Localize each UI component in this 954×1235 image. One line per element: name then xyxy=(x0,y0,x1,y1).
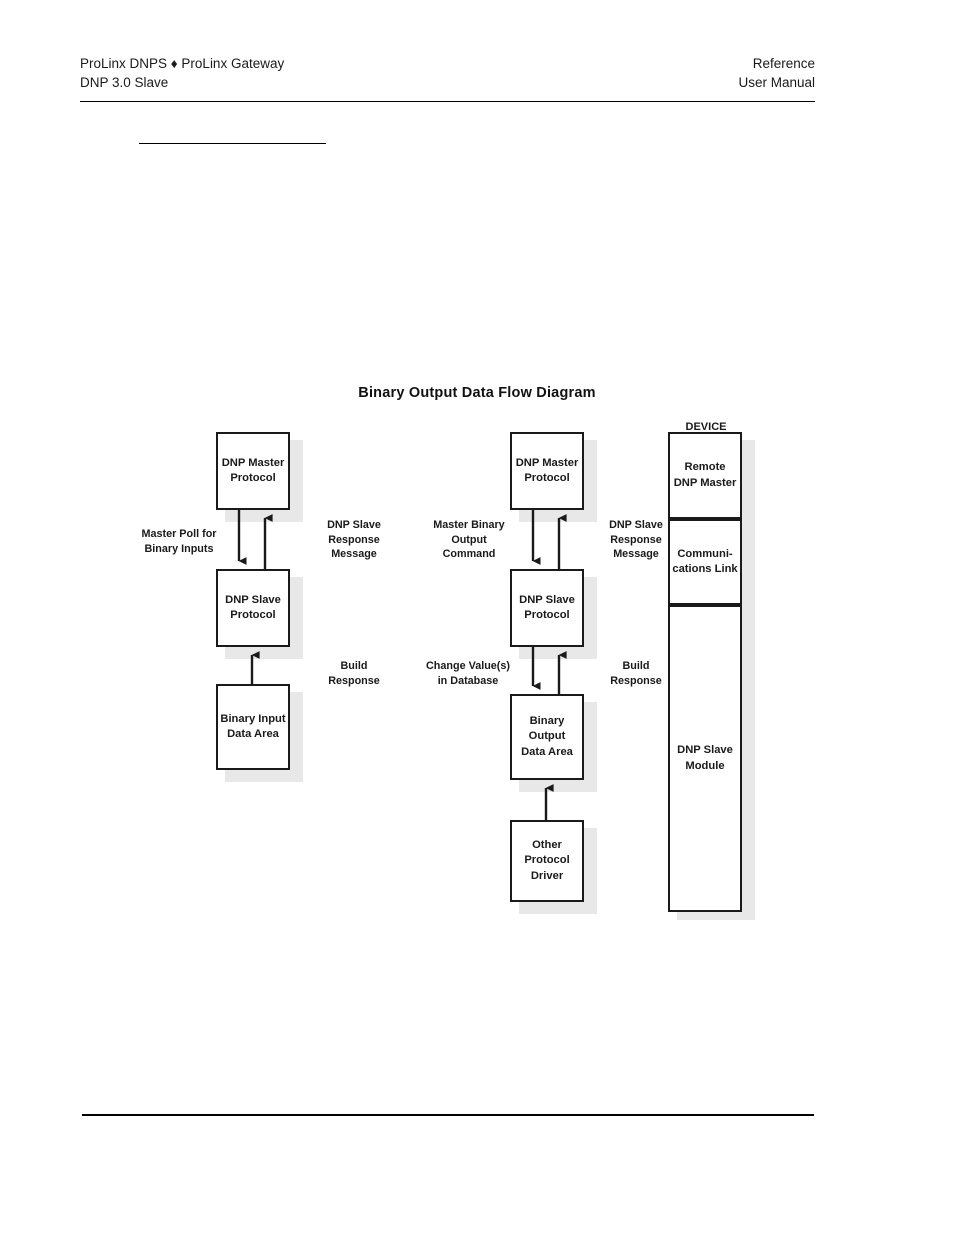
device-cell-remote-dnp-master: Remote DNP Master xyxy=(668,432,742,519)
box-left-dnp-master-protocol-label: DNP Master Protocol xyxy=(221,456,285,485)
label-left-build-response: Build Response xyxy=(328,660,380,687)
device-cell-dnp-slave-module: DNP Slave Module xyxy=(668,605,742,912)
box-middle-dnp-master-protocol-label: DNP Master Protocol xyxy=(515,456,579,485)
box-binary-input-data-area-label: Binary Input Data Area xyxy=(220,712,286,741)
label-left-dnp-slave-response-message: DNP Slave Response Message xyxy=(327,519,381,560)
box-left-dnp-slave-protocol-label: DNP Slave Protocol xyxy=(225,593,281,622)
box-binary-input-data-area: Binary Input Data Area xyxy=(216,684,290,770)
footer-divider-rule xyxy=(82,1114,814,1116)
box-binary-output-data-area-label: Binary Output Data Area xyxy=(521,714,573,758)
label-middle-dnp-slave-response-message: DNP Slave Response Message xyxy=(609,519,663,560)
box-other-protocol-driver-label: Other Protocol Driver xyxy=(524,838,570,882)
box-other-protocol-driver: Other Protocol Driver xyxy=(510,820,584,902)
label-change-values-in-database: Change Value(s) in Database xyxy=(426,660,510,687)
box-middle-dnp-slave-protocol-label: DNP Slave Protocol xyxy=(519,593,575,622)
binary-output-data-flow-figure: Binary Output Data Flow Diagram DNP Mast… xyxy=(0,0,954,1235)
label-middle-build-response: Build Response xyxy=(610,660,662,687)
device-column-heading: DEVICE xyxy=(685,421,727,433)
connector-arrows xyxy=(237,510,567,820)
figure-title: Binary Output Data Flow Diagram xyxy=(358,385,596,401)
box-left-dnp-master-protocol: DNP Master Protocol xyxy=(216,432,290,510)
device-cell-remote-dnp-master-label: Remote DNP Master xyxy=(673,461,737,489)
box-binary-output-data-area: Binary Output Data Area xyxy=(510,694,584,780)
label-master-binary-output-command: Master Binary Output Command xyxy=(433,519,505,560)
box-middle-dnp-master-protocol: DNP Master Protocol xyxy=(510,432,584,510)
box-middle-dnp-slave-protocol: DNP Slave Protocol xyxy=(510,569,584,647)
device-cell-dnp-slave-module-label: DNP Slave Module xyxy=(677,744,733,772)
box-left-dnp-slave-protocol: DNP Slave Protocol xyxy=(216,569,290,647)
label-master-poll-for-binary-inputs: Master Poll for Binary Inputs xyxy=(141,528,217,555)
